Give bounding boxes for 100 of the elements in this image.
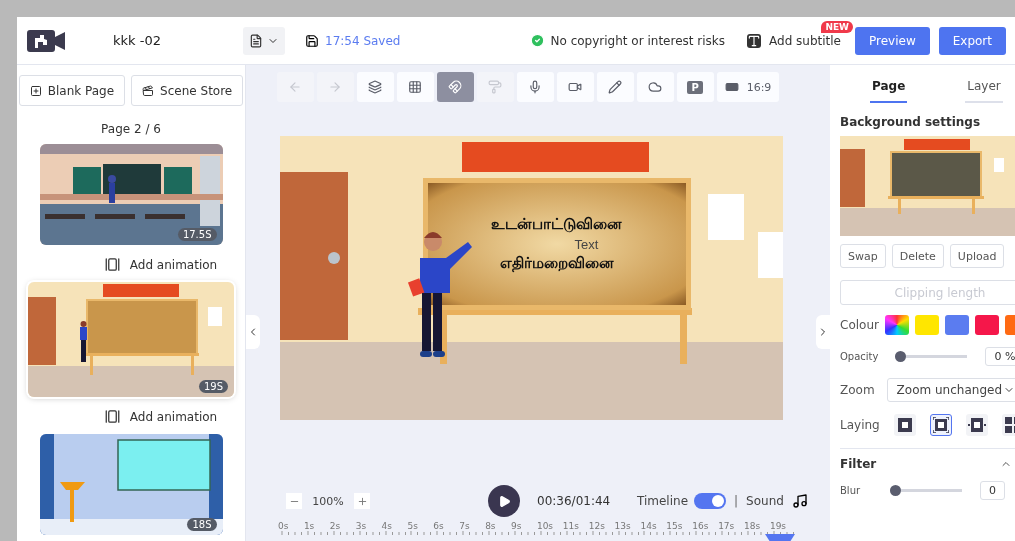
ruler-label: 8s (485, 521, 496, 531)
layers-icon (368, 80, 383, 94)
new-badge: NEW (821, 20, 853, 33)
timeline-label: Timeline (637, 494, 689, 508)
scene-thumbnail[interactable]: 19S (28, 282, 234, 397)
ruler-label: 13s (614, 521, 631, 531)
laying-label: Laying (840, 418, 880, 432)
scene-canvas[interactable]: உடன்பாட்டுவினை Text எதிர்மறைவினை (279, 136, 783, 420)
ruler-label: 9s (511, 521, 522, 531)
section-title: Background settings (840, 115, 982, 129)
ruler-label: 14s (640, 521, 657, 531)
check-icon (529, 33, 545, 48)
cloud-icon (648, 80, 663, 94)
stretch-layout-icon (967, 418, 986, 432)
center-layout-icon (897, 418, 912, 432)
export-button[interactable]: Export (938, 26, 1006, 55)
collapse-left-button[interactable] (246, 315, 260, 349)
ruler-label: 0s (278, 521, 289, 531)
pencil-tool-button[interactable] (596, 72, 634, 102)
play-button[interactable] (488, 485, 520, 517)
add-animation-button[interactable]: Add animation (104, 409, 218, 424)
document-icon (249, 33, 263, 48)
save-icon (305, 33, 319, 48)
opacity-label: Opacity (840, 351, 879, 362)
ruler-label: 15s (666, 521, 683, 531)
cloud-tool-button[interactable] (636, 72, 674, 102)
add-animation-button[interactable]: Add animation (104, 257, 218, 272)
ruler-label: 16s (692, 521, 709, 531)
animation-icon (104, 257, 120, 272)
magnet-tool-button[interactable] (436, 72, 474, 102)
fit-layout-icon (932, 417, 949, 433)
preview-button[interactable]: Preview (855, 26, 930, 55)
grid-tool-button[interactable] (396, 72, 434, 102)
colour-swatch[interactable] (944, 315, 969, 335)
paper-sheet (707, 194, 744, 240)
zoom-out-button[interactable] (286, 493, 302, 509)
pencil-icon (608, 80, 623, 94)
opacity-value[interactable]: 0 % (985, 347, 1015, 366)
duration-badge: 18S (187, 518, 217, 531)
zoom-label: Zoom (840, 383, 875, 397)
colour-swatch[interactable] (914, 315, 939, 335)
slider-thumb[interactable] (895, 351, 907, 362)
plus-icon (356, 495, 368, 507)
rectangle-icon (724, 80, 739, 94)
ruler-label: 3s (355, 521, 367, 531)
music-icon (791, 493, 808, 509)
background-action-button[interactable]: Delete (891, 244, 944, 268)
animation-icon (104, 409, 120, 424)
laying-option[interactable] (965, 414, 988, 436)
background-action-button[interactable]: Swap (840, 244, 886, 268)
scene-thumbnail[interactable]: 17.5S (39, 144, 223, 245)
colour-swatch[interactable] (974, 315, 999, 335)
board-subheading: எதிர்மறைவினை (499, 253, 614, 274)
ruler-label: 7s (459, 521, 470, 531)
mic-tool-button[interactable] (516, 72, 554, 102)
colour-picker-swatch[interactable] (884, 315, 909, 335)
clapperboard-icon (142, 84, 155, 97)
timeline-toggle[interactable] (694, 493, 727, 509)
scene-store-button[interactable]: Scene Store (131, 75, 244, 106)
ruler-label: 2s (329, 521, 341, 531)
colour-label: Colour (840, 318, 879, 332)
ruler-label: 4s (381, 521, 392, 531)
laying-option[interactable] (929, 414, 952, 436)
zoom-dropdown[interactable]: Zoom unchanged (886, 378, 1015, 402)
panel-tab[interactable]: Page (870, 73, 908, 103)
ruler-label: 17s (718, 521, 735, 531)
grid-icon (408, 80, 423, 94)
background-action-button[interactable]: Upload (949, 244, 1005, 268)
playhead-marker[interactable] (765, 534, 795, 541)
panel-tab[interactable]: Layer (965, 73, 1003, 103)
ruler-label: 10s (536, 521, 554, 531)
add-page-icon (29, 84, 42, 97)
ruler-label: 6s (433, 521, 444, 531)
copyright-status: No copyright or interest risks (550, 33, 725, 48)
forward-arrow-icon (328, 80, 343, 94)
page-indicator: Page 2 / 6 (101, 122, 161, 136)
board-text: Text (574, 236, 599, 252)
ruler-label: 11s (562, 521, 579, 531)
ruler-label: 18s (744, 521, 761, 531)
letter-tool-button[interactable]: P (676, 72, 714, 102)
save-status: 17:54 Saved (325, 33, 401, 48)
slider-thumb[interactable] (890, 485, 902, 496)
ruler-label: 12s (588, 521, 605, 531)
laying-option[interactable] (893, 414, 916, 436)
zoom-level: 100% (311, 494, 345, 508)
layers-tool-button[interactable] (356, 72, 394, 102)
blur-label: Blur (840, 485, 861, 496)
document-dropdown[interactable] (243, 26, 285, 55)
project-title: kkk -02 (113, 33, 162, 48)
zoom-in-button[interactable] (354, 493, 370, 509)
blur-value[interactable]: 0 (980, 481, 1006, 500)
logo-icon (27, 29, 65, 52)
ratio-tool-button[interactable]: 16:9 (716, 72, 780, 102)
scene-thumbnail[interactable]: 18S (39, 434, 223, 535)
separator: | (734, 494, 739, 508)
magnet-icon (448, 80, 463, 94)
camera-tool-button[interactable] (556, 72, 594, 102)
blank-page-button[interactable]: Blank Page (18, 75, 126, 106)
add-subtitle-button[interactable]: Add subtitle (747, 33, 841, 48)
expand-right-button[interactable] (816, 315, 830, 349)
